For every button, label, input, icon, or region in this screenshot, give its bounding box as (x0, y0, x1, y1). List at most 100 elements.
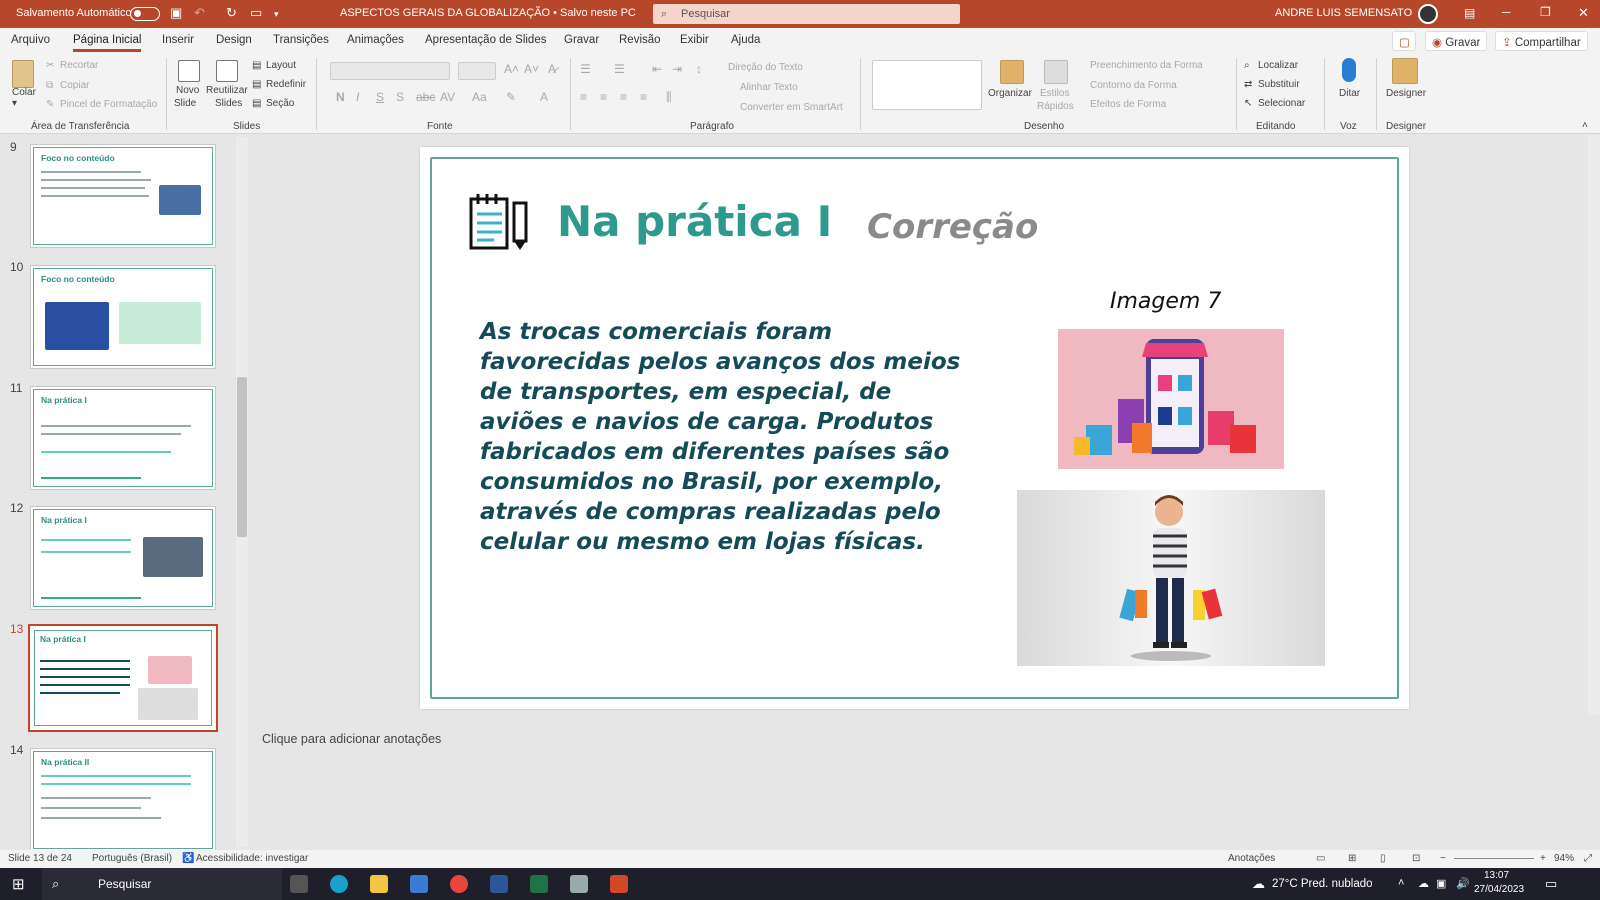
scrollbar-thumb[interactable] (237, 377, 247, 537)
user-name[interactable]: ANDRE LUIS SEMENSATO (1275, 7, 1412, 19)
onedrive-icon[interactable]: ☁ (1418, 877, 1429, 890)
slide-body-text[interactable]: As trocas comerciais foram favorecidas p… (480, 317, 980, 557)
columns-icon[interactable]: ⫼ (666, 90, 672, 105)
tab-transicoes[interactable]: Transições (273, 34, 329, 46)
clock-time[interactable]: 13:07 (1484, 870, 1509, 881)
replace-button[interactable]: Substituir (1258, 79, 1300, 90)
align-text-button[interactable]: Alinhar Texto (740, 82, 798, 93)
paste-button[interactable]: Colar (12, 87, 36, 98)
format-painter-button[interactable]: Pincel de Formatação (60, 99, 157, 110)
search-box[interactable]: ⌕ Pesquisar (653, 4, 960, 24)
redo-icon[interactable]: ↻ (226, 5, 237, 21)
app-icon[interactable] (570, 875, 588, 893)
taskbar-search[interactable]: ⌕ Pesquisar (42, 868, 282, 900)
weather-text[interactable]: 27°C Pred. nublado (1272, 878, 1373, 890)
designer-button[interactable]: Designer (1386, 88, 1426, 99)
zoom-in-icon[interactable]: + (1540, 853, 1546, 864)
autosave-toggle[interactable] (130, 7, 160, 21)
dictate-button[interactable]: Ditar (1339, 88, 1360, 99)
font-color-icon[interactable]: A (540, 90, 548, 104)
slide-thumbnail[interactable]: Na prática I (30, 386, 216, 490)
underline-icon[interactable]: S (376, 90, 384, 104)
customize-toolbar-icon[interactable]: ▾ (274, 9, 279, 20)
save-icon[interactable]: ▣ (170, 5, 182, 21)
tab-apresentacao[interactable]: Apresentação de Slides (425, 34, 546, 46)
avatar[interactable] (1418, 4, 1438, 24)
accessibility-icon[interactable]: ♿ (182, 853, 194, 864)
slide-thumbnail[interactable]: Na prática I (30, 506, 216, 610)
text-direction-button[interactable]: Direção do Texto (728, 62, 803, 73)
shape-outline-button[interactable]: Contorno da Forma (1090, 80, 1177, 91)
excel-icon[interactable] (530, 875, 548, 893)
quick-styles-label-2[interactable]: Rápidos (1037, 101, 1074, 112)
paste-icon[interactable] (12, 60, 34, 88)
notes-placeholder[interactable]: Clique para adicionar anotações (262, 732, 441, 746)
share-button[interactable]: ⇪ Compartilhar (1495, 31, 1588, 51)
slide-sorter-icon[interactable]: ⊞ (1348, 853, 1356, 864)
ribbon-display-icon[interactable]: ▤ (1464, 6, 1475, 20)
bold-icon[interactable]: N (336, 90, 345, 104)
store-icon[interactable] (410, 875, 428, 893)
zoom-slider[interactable] (1454, 858, 1534, 859)
slide-thumbnail[interactable]: Foco no conteúdo (30, 144, 216, 248)
select-button[interactable]: Selecionar (1258, 98, 1305, 109)
quick-styles-label-1[interactable]: Estilos (1040, 88, 1069, 99)
align-right-icon[interactable]: ≡ (620, 90, 627, 104)
shapes-gallery[interactable] (872, 60, 982, 110)
strikethrough-icon[interactable]: abc (416, 90, 435, 104)
tab-inserir[interactable]: Inserir (162, 34, 194, 46)
tab-arquivo[interactable]: Arquivo (11, 34, 50, 46)
new-slide-icon[interactable] (178, 60, 200, 82)
file-explorer-icon[interactable] (370, 875, 388, 893)
arrange-button[interactable]: Organizar (988, 88, 1032, 99)
arrange-icon[interactable] (1000, 60, 1024, 84)
slide-thumbnail[interactable]: Na prática II (30, 748, 216, 852)
designer-icon[interactable] (1392, 58, 1418, 84)
tab-exibir[interactable]: Exibir (680, 34, 709, 46)
copy-button[interactable]: Copiar (60, 80, 89, 91)
slide-thumbnail-selected[interactable]: Na prática I (28, 624, 218, 732)
reuse-slides-label-1[interactable]: Reutilizar (206, 85, 248, 96)
smartart-button[interactable]: Converter em SmartArt (740, 102, 843, 113)
paste-dropdown-icon[interactable]: ▾ (12, 98, 17, 109)
bullets-icon[interactable]: ☰ (580, 62, 591, 76)
reading-view-icon[interactable]: ▯ (1380, 853, 1386, 864)
edge-icon[interactable] (330, 875, 348, 893)
notes-toggle[interactable]: Anotações (1228, 853, 1275, 864)
cut-button[interactable]: Recortar (60, 60, 98, 71)
shadow-icon[interactable]: S (396, 90, 404, 104)
notes-pane[interactable]: Clique para adicionar anotações (250, 720, 1588, 850)
clock-date[interactable]: 27/04/2023 (1474, 884, 1524, 895)
slide-scrollbar[interactable] (1588, 135, 1600, 715)
tab-ajuda[interactable]: Ajuda (731, 34, 760, 46)
notifications-icon[interactable]: ▭ (1545, 876, 1557, 892)
image-caption[interactable]: Imagem 7 (1110, 289, 1221, 314)
slideshow-icon[interactable]: ⊡ (1412, 853, 1420, 864)
slide-counter[interactable]: Slide 13 de 24 (8, 853, 72, 864)
task-view-icon[interactable] (290, 875, 308, 893)
new-slide-label-1[interactable]: Novo (176, 85, 199, 96)
network-icon[interactable]: ▣ (1436, 877, 1446, 890)
normal-view-icon[interactable]: ▭ (1316, 853, 1325, 864)
quick-styles-icon[interactable] (1044, 60, 1068, 84)
char-spacing-icon[interactable]: AV (440, 90, 455, 104)
tray-chevron-icon[interactable]: ˄ (1398, 877, 1404, 889)
undo-icon[interactable]: ↶ (194, 5, 205, 21)
clear-format-icon[interactable]: A̷ (548, 62, 556, 76)
reuse-slides-icon[interactable] (216, 60, 238, 82)
line-spacing-icon[interactable]: ↕ (696, 62, 702, 76)
font-family-select[interactable] (330, 62, 450, 80)
language-indicator[interactable]: Português (Brasil) (92, 853, 172, 864)
grow-font-icon[interactable]: A˄ (504, 62, 519, 76)
justify-icon[interactable]: ≡ (640, 90, 647, 104)
zoom-level[interactable]: 94% (1554, 853, 1574, 864)
change-case-icon[interactable]: Aa (472, 90, 487, 104)
increase-indent-icon[interactable]: ⇥ (672, 62, 682, 76)
layout-button[interactable]: Layout (266, 60, 296, 71)
online-shop-image[interactable] (1058, 329, 1284, 469)
italic-icon[interactable]: I (356, 90, 359, 104)
align-left-icon[interactable]: ≡ (580, 90, 587, 104)
tab-revisao[interactable]: Revisão (619, 34, 661, 46)
word-icon[interactable] (490, 875, 508, 893)
microphone-icon[interactable] (1342, 58, 1356, 82)
